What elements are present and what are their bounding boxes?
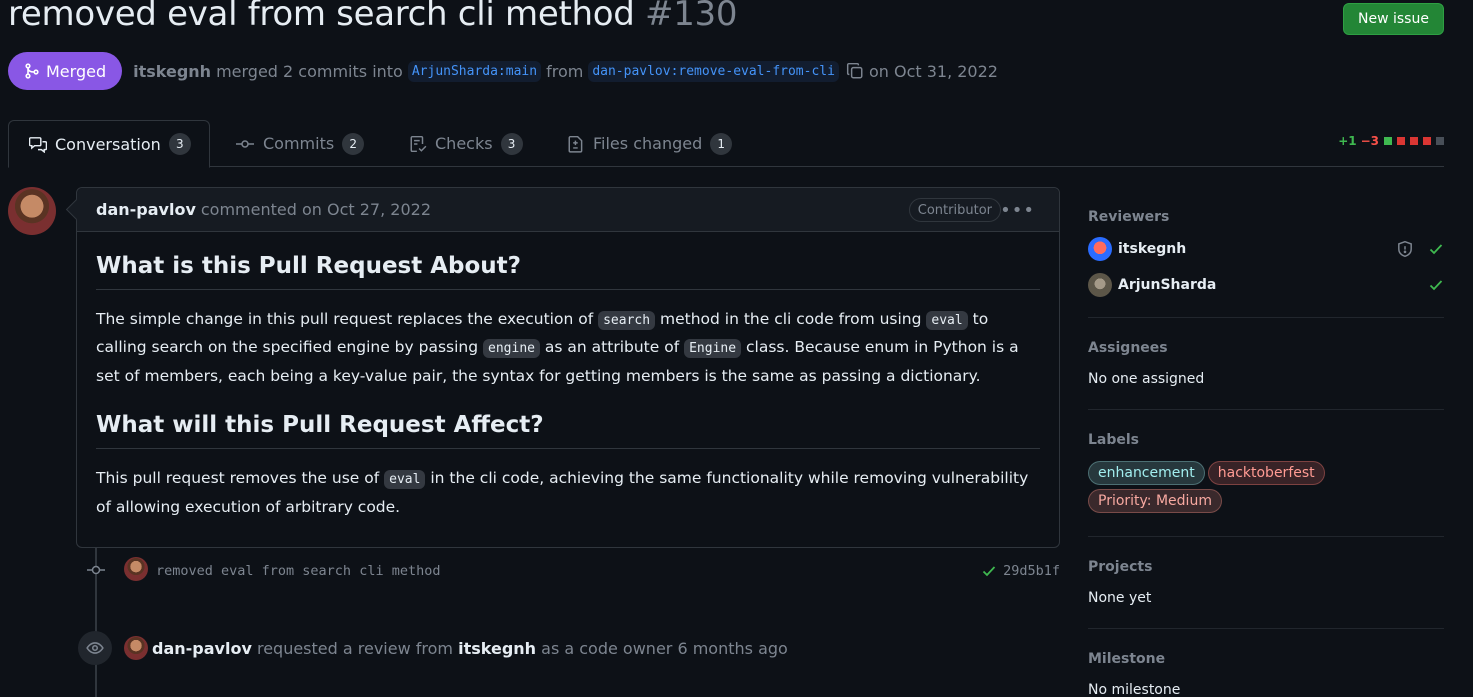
commit-message[interactable]: removed eval from search cli method — [156, 563, 440, 579]
diff-block-added — [1384, 137, 1392, 145]
paragraph-affect: This pull request removes the use of eva… — [96, 469, 1029, 516]
diff-block-deleted — [1397, 137, 1405, 145]
diff-block-deleted — [1423, 137, 1431, 145]
review-request-text: dan-pavlov requested a review from itske… — [152, 638, 788, 658]
comment-body: What is this Pull Request About? The sim… — [77, 232, 1059, 520]
merged-label: Merged — [46, 61, 107, 81]
commit-event: removed eval from search cli method 29d5… — [86, 557, 1060, 585]
merge-summary: itskegnh merged 2 commits into ArjunShar… — [133, 60, 998, 82]
tab-count: 3 — [500, 132, 523, 155]
event-reviewer[interactable]: itskegnh — [458, 639, 536, 658]
head-branch[interactable]: dan-pavlov:remove-eval-from-cli — [588, 60, 839, 82]
assignees-heading[interactable]: Assignees — [1088, 340, 1168, 356]
author-avatar[interactable] — [8, 187, 56, 235]
git-merge-icon — [25, 63, 39, 79]
projects-heading[interactable]: Projects — [1088, 559, 1152, 575]
event-actor-avatar[interactable] — [124, 636, 148, 660]
avatar — [1088, 273, 1112, 297]
tab-label: Files changed — [593, 134, 703, 153]
reviewers-heading[interactable]: Reviewers — [1088, 209, 1169, 225]
labels-list: enhancement hacktoberfest Priority: Mediu… — [1088, 461, 1444, 517]
commit-sha[interactable]: 29d5b1f — [981, 563, 1060, 579]
pr-state-row: Merged itskegnh merged 2 commits into Ar… — [8, 52, 998, 90]
tab-label: Commits — [263, 134, 335, 153]
diff-block-deleted — [1410, 137, 1418, 145]
label-hacktoberfest[interactable]: hacktoberfest — [1207, 461, 1325, 485]
projects-section: Projects None yet — [1088, 537, 1444, 629]
check-icon — [1429, 244, 1443, 255]
base-branch[interactable]: ArjunSharda:main — [407, 60, 542, 82]
new-issue-button[interactable]: New issue — [1343, 3, 1444, 35]
reviewer-name: itskegnh — [1118, 241, 1187, 257]
check-icon — [1429, 280, 1443, 291]
label-priority-medium[interactable]: Priority: Medium — [1088, 489, 1222, 513]
commit-author-avatar[interactable] — [124, 557, 148, 581]
merged-text: merged 2 commits into — [216, 61, 403, 81]
pr-tabs: Conversation 3 Commits 2 Checks 3 Files … — [8, 120, 1444, 168]
assignees-value: No one assigned — [1088, 371, 1205, 387]
tab-checks[interactable]: Checks 3 — [409, 120, 523, 167]
commit-sha-text: 29d5b1f — [1003, 563, 1060, 579]
tab-label: Checks — [435, 134, 493, 153]
review-request-event: dan-pavlov requested a review from itske… — [78, 631, 788, 665]
check-icon — [982, 566, 996, 577]
tab-count: 1 — [710, 132, 733, 155]
diffstat: +1 −3 — [1338, 134, 1444, 148]
page-title: removed eval from search cli method #130 — [8, 0, 738, 34]
file-diff-icon — [567, 135, 585, 153]
merger-link[interactable]: itskegnh — [133, 62, 211, 81]
tab-files-changed[interactable]: Files changed 1 — [567, 120, 733, 167]
reviewer-item[interactable]: itskegnh — [1088, 237, 1444, 261]
reviewer-status — [1396, 240, 1444, 258]
heading-about: What is this Pull Request About? — [96, 252, 1040, 290]
diff-additions: +1 — [1338, 134, 1357, 148]
git-commit-icon — [86, 562, 106, 578]
tab-commits[interactable]: Commits 2 — [235, 120, 365, 167]
tab-label: Conversation — [55, 134, 161, 154]
milestone-section: Milestone No milestone — [1088, 629, 1444, 697]
contributor-badge: Contributor — [908, 198, 1001, 222]
tab-count: 3 — [168, 133, 191, 155]
from-text: from — [546, 61, 584, 81]
paragraph-about: The simple change in this pull request r… — [96, 309, 1019, 385]
inline-code: search — [598, 310, 656, 330]
inline-code: Engine — [684, 339, 742, 359]
reviewer-item[interactable]: ArjunSharda — [1088, 273, 1444, 297]
git-commit-icon — [235, 136, 255, 152]
reviewer-name: ArjunSharda — [1118, 277, 1217, 293]
copy-icon[interactable] — [846, 62, 864, 80]
inline-code: eval — [926, 310, 968, 330]
checklist-icon — [409, 135, 427, 153]
tab-count: 2 — [342, 132, 365, 155]
labels-heading[interactable]: Labels — [1088, 432, 1139, 448]
comment-header: dan-pavlov commented on Oct 27, 2022 Con… — [77, 188, 1059, 232]
projects-value: None yet — [1088, 590, 1152, 606]
inline-code: engine — [483, 339, 540, 359]
diff-block-neutral — [1436, 137, 1444, 145]
milestone-value: No milestone — [1088, 682, 1181, 697]
eye-icon — [78, 631, 112, 665]
labels-section: Labels enhancement hacktoberfest Priority… — [1088, 410, 1444, 537]
reviewer-status — [1428, 277, 1444, 293]
milestone-heading[interactable]: Milestone — [1088, 651, 1165, 667]
tab-conversation[interactable]: Conversation 3 — [8, 120, 210, 168]
pr-number: #130 — [645, 0, 738, 34]
avatar — [1088, 237, 1112, 261]
diff-deletions: −3 — [1360, 134, 1379, 148]
merged-status-badge: Merged — [8, 52, 123, 90]
pr-description-comment: dan-pavlov commented on Oct 27, 2022 Con… — [76, 187, 1060, 548]
event-actor[interactable]: dan-pavlov — [152, 639, 252, 658]
shield-icon — [1398, 240, 1412, 258]
assignees-section: Assignees No one assigned — [1088, 318, 1444, 410]
merge-date: on Oct 31, 2022 — [868, 61, 998, 81]
pr-title-text: removed eval from search cli method — [8, 0, 635, 34]
comment-meta[interactable]: commented on Oct 27, 2022 — [201, 200, 431, 219]
inline-code: eval — [384, 470, 426, 489]
comment-author[interactable]: dan-pavlov — [96, 200, 196, 219]
reviewers-section: Reviewers itskegnh ArjunSharda — [1088, 187, 1444, 318]
comment-discussion-icon — [29, 135, 47, 153]
kebab-menu-icon[interactable]: ••• — [1000, 200, 1035, 221]
heading-affect: What will this Pull Request Affect? — [96, 411, 1040, 449]
label-enhancement[interactable]: enhancement — [1088, 461, 1205, 485]
